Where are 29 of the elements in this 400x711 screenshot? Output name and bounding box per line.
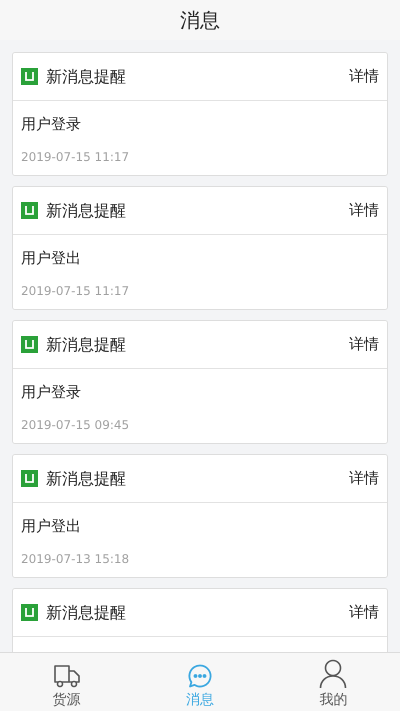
details-link[interactable]: 详情 <box>349 65 379 88</box>
message-title: 新消息提醒 <box>46 602 126 624</box>
tab-item[interactable]: 我的 <box>266 653 400 711</box>
message-text: 用户登出 <box>21 248 82 268</box>
message-title: 新消息提醒 <box>46 468 126 490</box>
message-time: 2019-07-15 09:45 <box>21 417 130 434</box>
tab-item[interactable]: 货源 <box>0 653 134 711</box>
message-time: 2019-07-15 11:17 <box>21 283 130 300</box>
app-logo-icon <box>21 470 38 487</box>
message-title: 新消息提醒 <box>46 200 126 222</box>
chat-icon <box>186 663 213 689</box>
details-link[interactable]: 详情 <box>349 467 379 490</box>
message-text: 用户登录 <box>21 114 82 134</box>
message-time: 2019-07-13 15:18 <box>21 551 130 568</box>
message-text: 用户登出 <box>21 516 82 536</box>
app-logo-icon <box>21 68 38 85</box>
message-time: 2019-07-15 11:17 <box>21 149 130 166</box>
message-title: 新消息提醒 <box>46 334 126 356</box>
app-logo-icon <box>21 336 38 353</box>
details-link[interactable]: 详情 <box>349 199 379 222</box>
app-logo-icon <box>21 202 38 219</box>
truck-icon <box>52 663 81 689</box>
message-text: 用户登录 <box>21 382 82 402</box>
user-icon <box>319 659 348 689</box>
details-link[interactable]: 详情 <box>349 333 379 356</box>
page-title: 消息 <box>180 7 220 34</box>
message-title: 新消息提醒 <box>46 66 126 88</box>
app-logo-icon <box>21 604 38 621</box>
details-link[interactable]: 详情 <box>349 601 379 624</box>
